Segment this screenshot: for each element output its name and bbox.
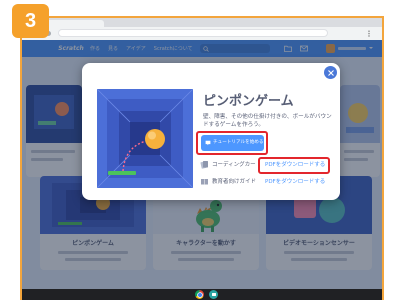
step-badge: 3 — [12, 4, 49, 38]
screenshot-frame — [20, 16, 384, 300]
tutorial-step-screenshot: Scratch 作る 見る アイデア Scratchについて — [0, 0, 394, 300]
